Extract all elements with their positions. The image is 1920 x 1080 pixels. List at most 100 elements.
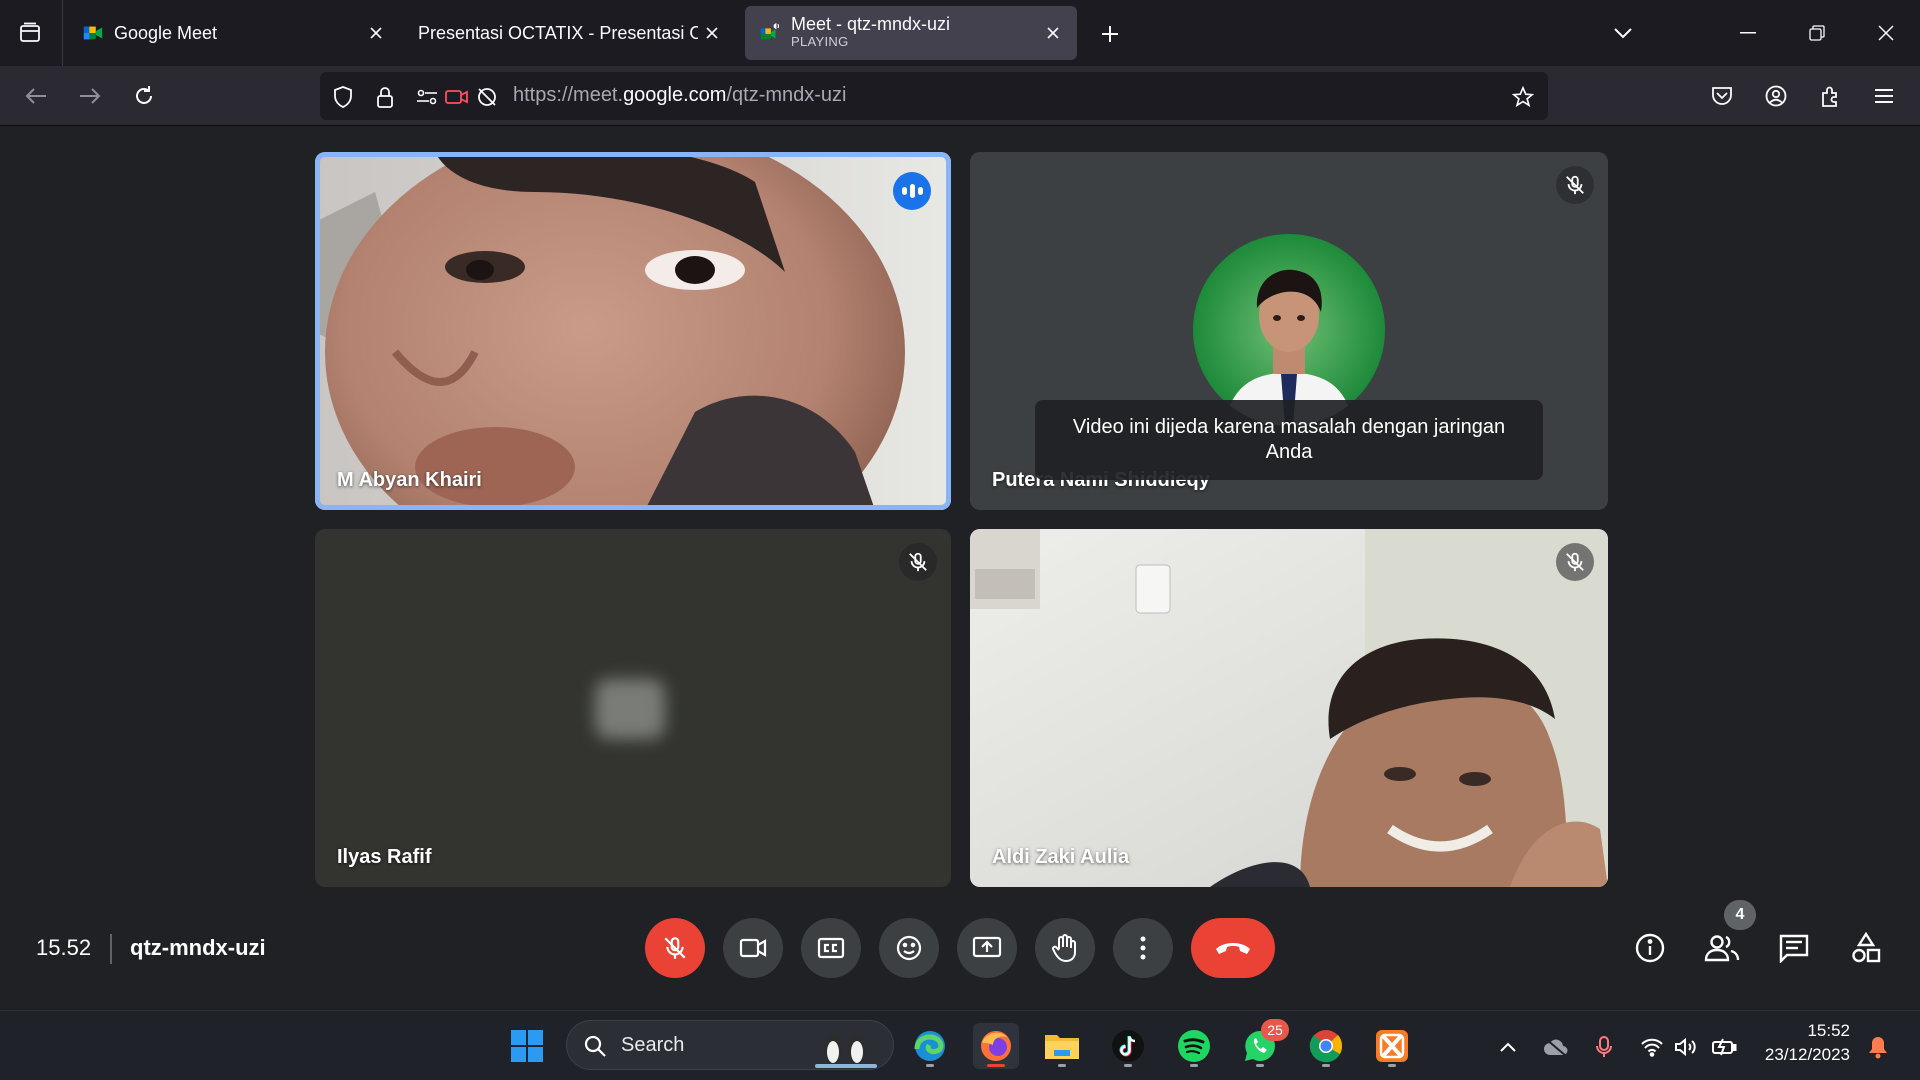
mic-muted-icon [1556, 543, 1594, 581]
mic-toggle-button[interactable] [645, 918, 705, 978]
participant-video [315, 152, 951, 510]
notification-bell-icon[interactable] [1864, 1033, 1892, 1061]
url-path: /qtz-mndx-uzi [726, 84, 847, 106]
browser-nav-bar: https://meet.google.com/qtz-mndx-uzi [0, 66, 1920, 126]
running-indicator [1124, 1064, 1132, 1067]
reload-icon[interactable] [126, 78, 162, 114]
participant-tile[interactable]: Ilyas Rafif [315, 529, 951, 887]
closed-captions-icon [817, 937, 845, 959]
firefox-icon[interactable] [973, 1023, 1019, 1069]
volume-icon[interactable] [1672, 1033, 1700, 1061]
bookmark-star-icon[interactable] [1510, 84, 1536, 110]
wifi-icon[interactable] [1638, 1033, 1666, 1061]
close-tab-icon[interactable] [364, 21, 388, 45]
windows-start-icon[interactable] [504, 1023, 550, 1069]
meeting-details-info-icon[interactable] [1630, 928, 1670, 968]
forward-arrow-icon[interactable] [72, 78, 108, 114]
new-tab-plus-icon[interactable] [1093, 17, 1127, 51]
participant-tile[interactable]: M Abyan Khairi [315, 152, 951, 510]
extensions-icon[interactable] [1812, 78, 1848, 114]
tiktok-icon[interactable] [1105, 1023, 1151, 1069]
tab-meet-active[interactable]: Meet - qtz-mndx-uzi PLAYING [745, 6, 1077, 60]
tab-title: Presentasi OCTATIX - Presentasi OC [418, 22, 698, 43]
lock-icon[interactable] [372, 84, 398, 110]
onedrive-offline-icon[interactable] [1542, 1033, 1570, 1061]
permissions-icon[interactable] [414, 84, 440, 110]
system-clock[interactable]: 15:52 23/12/2023 [1765, 1019, 1850, 1067]
windows-taskbar: Search 25 15:52 23/12/2023 [0, 1010, 1920, 1080]
battery-charging-icon[interactable] [1710, 1033, 1738, 1061]
tracking-shield-icon[interactable] [330, 84, 356, 110]
system-date: 23/12/2023 [1764, 1045, 1850, 1064]
avatar [1193, 234, 1385, 426]
meet-stage [0, 127, 1920, 1010]
video-paused-notice: Video ini dijeda karena masalah dengan j… [1035, 400, 1543, 480]
running-indicator [1058, 1064, 1066, 1067]
url-bar[interactable]: https://meet.google.com/qtz-mndx-uzi [320, 72, 1548, 120]
present-screen-icon [972, 936, 1002, 958]
close-tab-icon[interactable] [1041, 21, 1065, 45]
list-all-tabs-chevron-icon[interactable] [1605, 16, 1641, 50]
account-icon[interactable] [1758, 78, 1794, 114]
menu-hamburger-icon[interactable] [1866, 78, 1902, 114]
tab-playing-label: PLAYING [791, 34, 849, 49]
show-hidden-icons-chevron-icon[interactable] [1494, 1033, 1522, 1061]
present-screen-button[interactable] [957, 918, 1017, 978]
search-highlight-penguins-icon [815, 1035, 877, 1068]
leave-call-button[interactable] [1191, 918, 1275, 978]
participant-name: Aldi Zaki Aulia [992, 846, 1130, 868]
activities-icon[interactable] [1846, 928, 1886, 968]
search-icon [584, 1035, 606, 1057]
camera-sharing-icon[interactable] [444, 84, 470, 110]
notification-count-badge: 25 [1261, 1019, 1289, 1041]
running-indicator [1190, 1064, 1198, 1067]
meeting-clock: 15.52 [36, 935, 92, 960]
edge-icon[interactable] [907, 1023, 953, 1069]
url-host: google.com [623, 84, 727, 106]
taskbar-search-box[interactable]: Search [566, 1020, 894, 1070]
chat-icon[interactable] [1774, 928, 1814, 968]
people-icon[interactable] [1702, 928, 1742, 968]
camera-icon [739, 938, 767, 958]
minimize-icon[interactable] [1730, 16, 1766, 50]
raise-hand-button[interactable] [1035, 918, 1095, 978]
running-indicator [926, 1064, 934, 1067]
back-arrow-icon[interactable] [18, 78, 54, 114]
tab-title: Google Meet [114, 22, 218, 43]
whatsapp-icon[interactable]: 25 [1237, 1019, 1289, 1069]
emoji-icon [896, 935, 922, 961]
participant-video [970, 529, 1608, 887]
participant-count-badge: 4 [1724, 900, 1756, 930]
search-placeholder: Search [621, 1034, 685, 1056]
pocket-icon[interactable] [1704, 78, 1740, 114]
raise-hand-icon [1052, 934, 1076, 963]
more-options-button[interactable] [1113, 918, 1173, 978]
xampp-icon[interactable] [1369, 1023, 1415, 1069]
close-window-icon[interactable] [1868, 16, 1904, 50]
participant-name: M Abyan Khairi [337, 469, 482, 491]
captions-button[interactable] [801, 918, 861, 978]
url-prefix: https://meet. [513, 84, 624, 106]
chrome-icon[interactable] [1303, 1023, 1349, 1069]
more-vert-icon [1140, 936, 1146, 960]
participant-name: Ilyas Rafif [337, 846, 432, 868]
camera-toggle-button[interactable] [723, 918, 783, 978]
participant-tile[interactable]: Aldi Zaki Aulia [970, 529, 1608, 887]
reactions-button[interactable] [879, 918, 939, 978]
close-tab-icon[interactable] [700, 21, 724, 45]
spotify-icon[interactable] [1171, 1023, 1217, 1069]
tab-separator [62, 0, 63, 66]
running-indicator [987, 1064, 1005, 1067]
google-meet-playing-icon [760, 22, 780, 40]
autoplay-blocked-icon[interactable] [474, 84, 500, 110]
mic-muted-icon [1556, 166, 1594, 204]
restore-icon[interactable] [1799, 16, 1835, 50]
file-explorer-icon[interactable] [1039, 1023, 1085, 1069]
tab-google-meet[interactable]: Google Meet [68, 6, 400, 60]
tab-list-icon[interactable] [12, 17, 48, 49]
google-meet-icon [83, 26, 103, 40]
microphone-in-use-icon[interactable] [1590, 1033, 1618, 1061]
url-text[interactable]: https://meet.google.com/qtz-mndx-uzi [513, 84, 847, 107]
tab-presentasi[interactable]: Presentasi OCTATIX - Presentasi OC [404, 6, 736, 60]
divider [110, 934, 112, 964]
